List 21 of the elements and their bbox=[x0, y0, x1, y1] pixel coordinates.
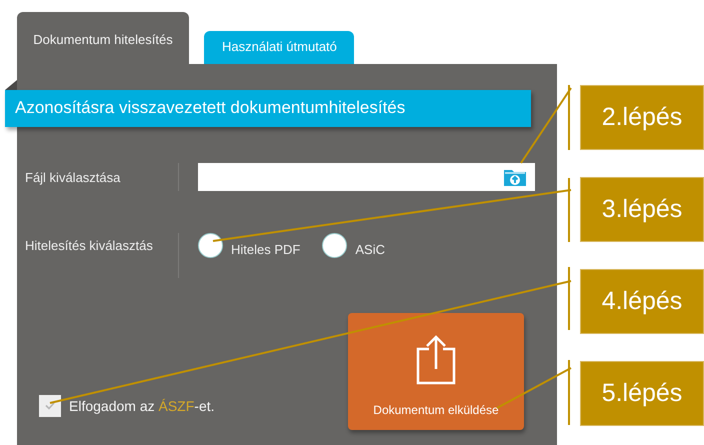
field-label: Hitelesítés kiválasztás bbox=[25, 233, 179, 278]
step-callout: 2.lépés bbox=[580, 85, 704, 150]
field-label: Fájl kiválasztása bbox=[25, 163, 179, 191]
submit-button[interactable]: Dokumentum elküldése bbox=[348, 313, 524, 430]
tab[interactable]: Használati útmutató bbox=[204, 31, 354, 64]
section-title: Azonosításra visszavezetett dokumentumhitelesítés bbox=[5, 90, 531, 127]
file-input-field[interactable] bbox=[198, 163, 535, 191]
radio-label: Hiteles PDF bbox=[231, 241, 300, 257]
accept-terms-label: Elfogadom az ÁSZF-et. bbox=[69, 398, 215, 414]
folder-upload-icon[interactable] bbox=[503, 167, 527, 187]
radio-button[interactable] bbox=[322, 233, 348, 258]
radio-label: ASiC bbox=[355, 241, 385, 257]
step-callout: 4.lépés bbox=[580, 269, 704, 334]
tab[interactable]: Dokumentum hitelesítés bbox=[17, 12, 189, 64]
terms-link[interactable]: ÁSZF bbox=[158, 398, 194, 414]
step-callout: 3.lépés bbox=[580, 177, 704, 242]
check-icon bbox=[45, 402, 55, 410]
share-icon bbox=[416, 335, 456, 385]
checkbox[interactable] bbox=[39, 395, 61, 417]
step-callout: 5.lépés bbox=[580, 361, 704, 426]
radio-button[interactable] bbox=[198, 233, 223, 258]
